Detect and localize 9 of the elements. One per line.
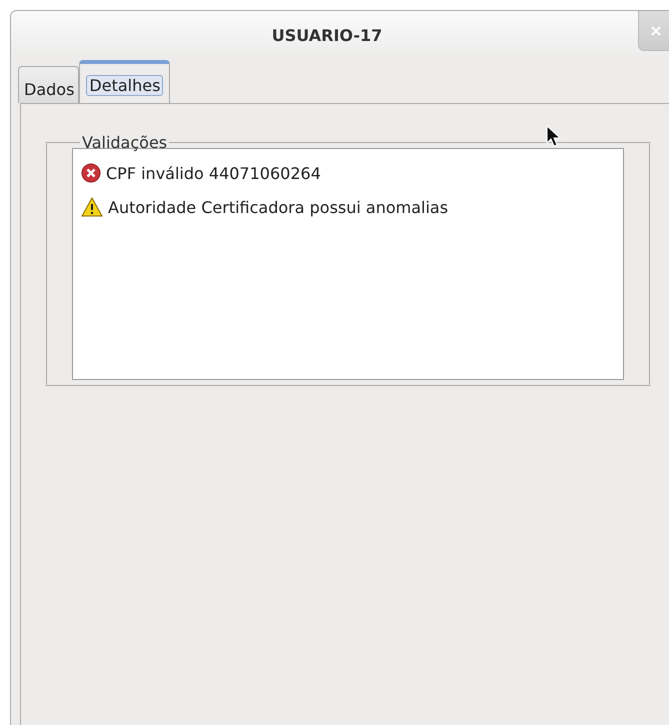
validation-message: CPF inválido 44071060264 bbox=[106, 164, 321, 182]
error-icon bbox=[81, 163, 101, 183]
warning-icon bbox=[81, 197, 103, 217]
close-icon bbox=[651, 26, 661, 36]
group-title: Validações bbox=[81, 133, 168, 152]
tab[interactable]: Dados bbox=[18, 66, 80, 103]
validation-message: Autoridade Certificadora possui anomalias bbox=[108, 198, 448, 216]
window-title: USUARIO-17 bbox=[272, 26, 382, 44]
tab[interactable]: Detalhes bbox=[79, 60, 170, 103]
